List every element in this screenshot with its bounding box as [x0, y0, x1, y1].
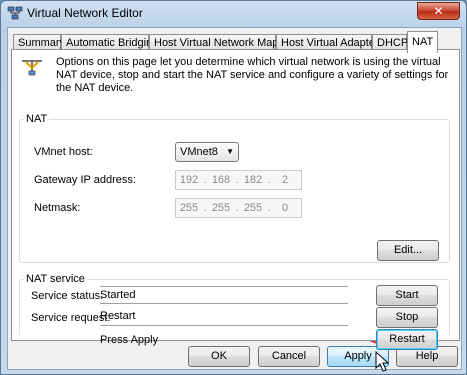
- cancel-button[interactable]: Cancel: [258, 346, 320, 367]
- close-icon: ✕: [433, 4, 444, 18]
- vmnet-host-label: VMnet host:: [34, 146, 93, 158]
- gateway-octet-1: 192: [179, 174, 199, 186]
- ok-button[interactable]: OK: [188, 346, 250, 367]
- chevron-down-icon: ▼: [226, 147, 234, 156]
- close-button[interactable]: ✕: [417, 2, 460, 20]
- vmnet-host-value: VMnet8: [180, 146, 218, 158]
- title-bar[interactable]: Virtual Network Editor ✕: [1, 1, 466, 25]
- netmask-octet-4: 0: [281, 202, 289, 214]
- tab-label: NAT: [412, 36, 434, 48]
- gateway-ip-field: 192. 168. 182. 2: [175, 170, 302, 190]
- info-description: Options on this page let you determine w…: [56, 56, 449, 94]
- netmask-octet-2: 255: [211, 202, 231, 214]
- nat-group-legend: NAT: [24, 113, 50, 125]
- network-icon: [22, 60, 42, 76]
- network-app-icon: [7, 6, 23, 20]
- nat-tab-panel: Options on this page let you determine w…: [11, 49, 460, 341]
- mouse-pointer-icon: [375, 351, 390, 372]
- vmnet-host-dropdown[interactable]: VMnet8 ▼: [175, 142, 239, 162]
- tab-label: Automatic Bridging: [66, 37, 159, 49]
- nat-service-group: NAT service: [19, 273, 450, 336]
- tab-label: Host Virtual Adapters: [281, 37, 385, 49]
- gateway-octet-3: 182: [243, 174, 263, 186]
- help-button[interactable]: Help: [396, 346, 458, 367]
- dialog-client-area: Summary Automatic Bridging Host Virtual …: [7, 27, 462, 370]
- netmask-label: Netmask:: [34, 202, 81, 214]
- nat-service-legend: NAT service: [24, 273, 87, 285]
- gateway-octet-2: 168: [211, 174, 231, 186]
- nat-group: NAT VMnet host: VMnet8 ▼ Gateway IP addr…: [19, 113, 450, 263]
- tab-label: DHCP: [377, 37, 409, 49]
- tab-nat[interactable]: NAT: [407, 31, 438, 53]
- window-title: Virtual Network Editor: [27, 6, 143, 20]
- edit-button[interactable]: Edit...: [377, 240, 439, 261]
- gateway-octet-4: 2: [281, 174, 289, 186]
- gateway-ip-label: Gateway IP address:: [34, 174, 136, 186]
- tab-label: Summary: [18, 37, 66, 49]
- netmask-octet-3: 255: [243, 202, 263, 214]
- virtual-network-editor-window: Virtual Network Editor ✕ Summary Automat…: [0, 0, 467, 375]
- netmask-octet-1: 255: [179, 202, 199, 214]
- netmask-field: 255. 255. 255. 0: [175, 198, 302, 218]
